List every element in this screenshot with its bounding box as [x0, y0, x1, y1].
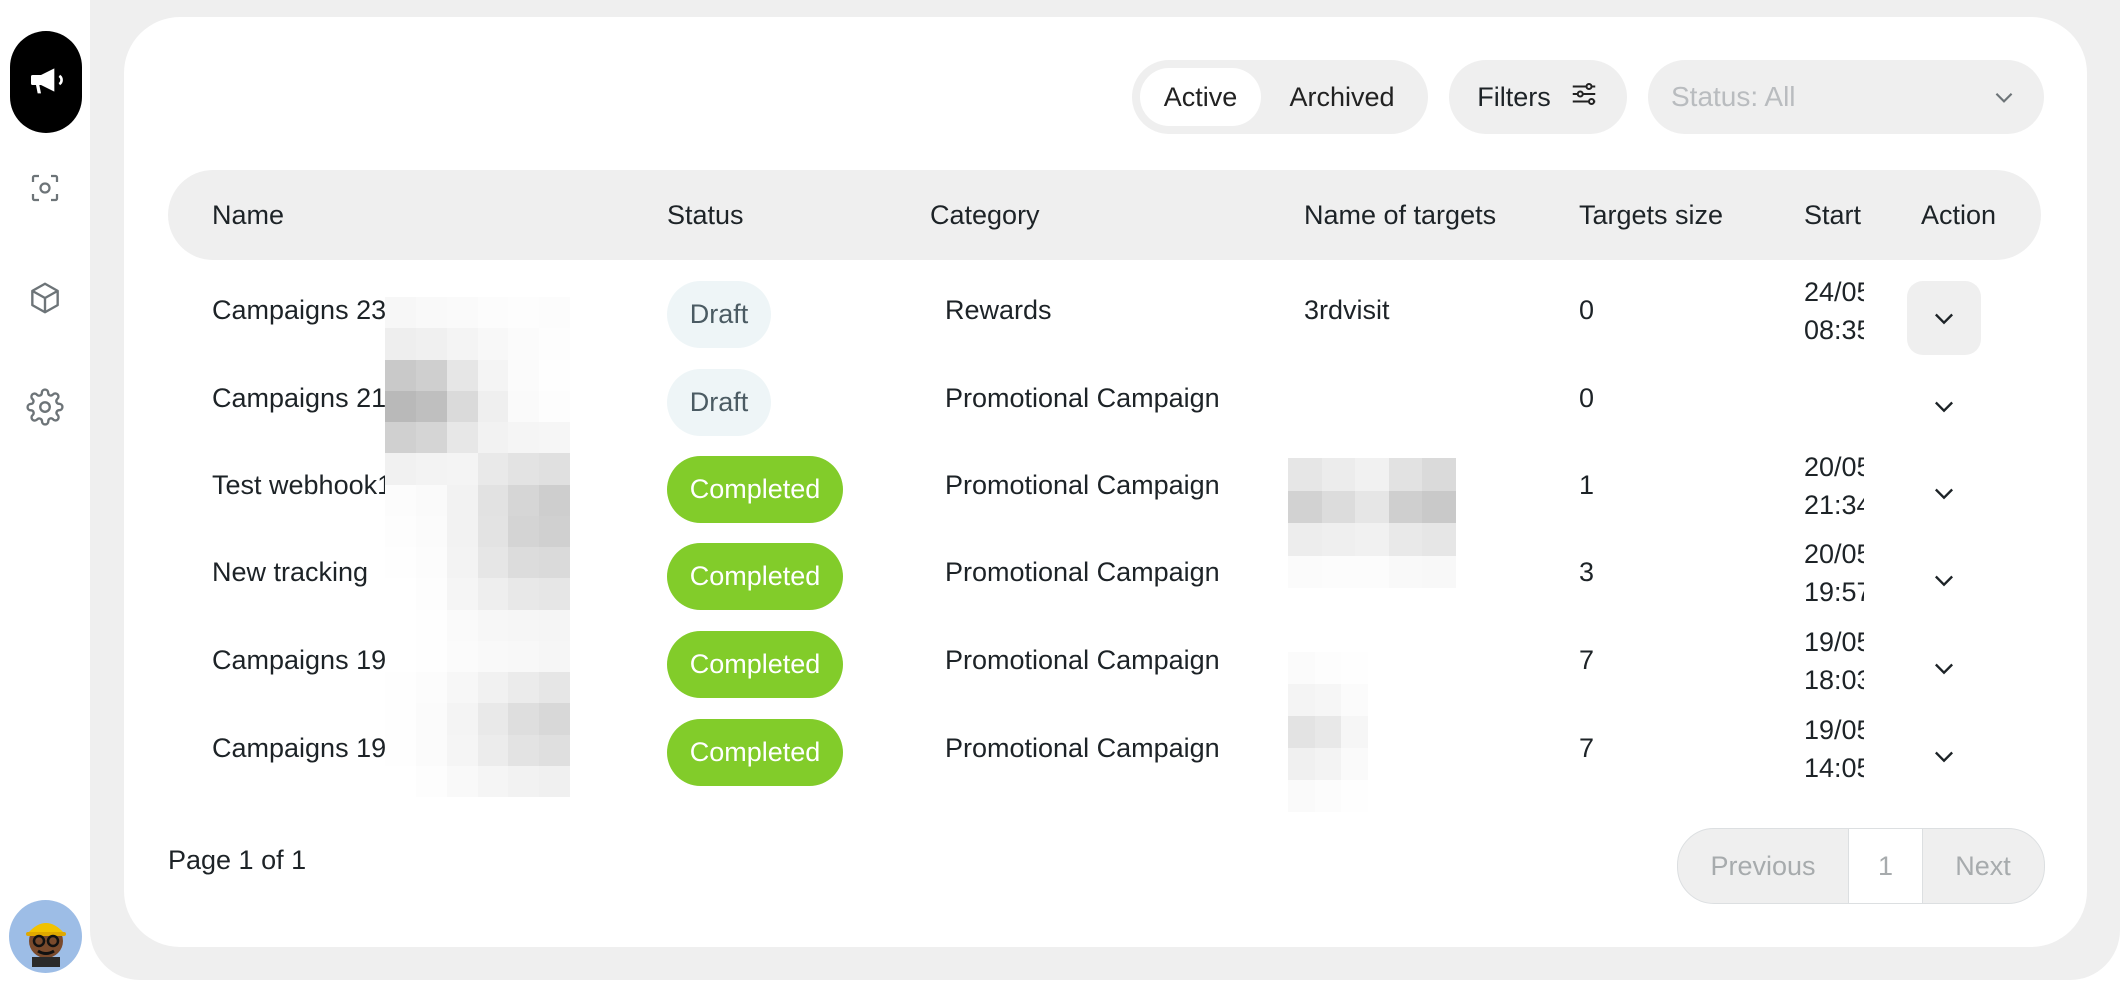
redacted-targets-mosaic	[1288, 652, 1368, 812]
col-status[interactable]: Status	[667, 170, 744, 260]
row-category: Promotional Campaign	[945, 645, 1220, 675]
row-category: Promotional Campaign	[945, 733, 1220, 763]
row-name: Test webhook1	[212, 470, 389, 500]
scan-focus-icon	[27, 170, 63, 211]
table-header: Name Status Category Name of targets Tar…	[168, 170, 2041, 260]
chevron-down-icon	[1935, 488, 1953, 500]
redacted-name-mosaic	[385, 297, 570, 797]
row-start: 19/05 14:05	[1804, 711, 1864, 787]
row-action-button[interactable]	[1907, 543, 1981, 617]
settings-nav-button[interactable]	[26, 387, 64, 431]
row-name: Campaigns 21/(	[212, 383, 389, 413]
row-targets-size: 1	[1579, 470, 1595, 500]
row-targets-size: 7	[1579, 645, 1595, 675]
row-targets-size: 0	[1579, 383, 1595, 413]
status-badge: Completed	[667, 456, 843, 523]
pagination: Previous 1 Next	[1677, 828, 2045, 904]
row-category: Promotional Campaign	[945, 383, 1220, 413]
gear-icon	[26, 387, 64, 431]
col-name-of-targets[interactable]: Name of targets	[1304, 170, 1496, 260]
row-targets-size: 3	[1579, 557, 1595, 587]
page-info: Page 1 of 1	[168, 845, 307, 875]
tab-archived[interactable]: Archived	[1264, 68, 1420, 126]
previous-page-button[interactable]: Previous	[1678, 829, 1848, 903]
status-select-value: Status: All	[1671, 81, 1796, 112]
row-start: 20/05 21:34	[1804, 448, 1864, 524]
tab-active[interactable]: Active	[1140, 68, 1261, 126]
row-action-button[interactable]	[1907, 456, 1981, 530]
active-archived-toggle: Active Archived	[1132, 60, 1428, 134]
row-start-time: 21:34	[1804, 490, 1864, 520]
row-targets-size: 7	[1579, 733, 1595, 763]
status-select[interactable]: Status: All	[1648, 60, 2044, 134]
cube-nav-button[interactable]	[26, 281, 64, 319]
row-start	[1804, 361, 1864, 437]
chevron-down-icon	[1990, 84, 2018, 115]
row-start-time: 19:57	[1804, 577, 1864, 607]
status-badge: Completed	[667, 631, 843, 698]
status-badge: Completed	[667, 719, 843, 786]
row-category: Rewards	[945, 295, 1052, 325]
row-start: 19/05 18:03	[1804, 623, 1864, 699]
cube-icon	[26, 279, 64, 322]
row-action-button[interactable]	[1907, 281, 1981, 355]
chevron-down-icon	[1935, 663, 1953, 675]
sidebar	[0, 0, 90, 996]
col-targets-size[interactable]: Targets size	[1579, 170, 1723, 260]
campaigns-nav-button[interactable]	[10, 31, 82, 133]
row-start: 24/05 08:35	[1804, 273, 1864, 349]
row-start-date: 24/05	[1804, 277, 1864, 307]
row-start-time: 18:03	[1804, 665, 1864, 695]
row-name: Campaigns 19/(	[212, 645, 389, 675]
row-start-date: 19/05	[1804, 627, 1864, 657]
row-start: 20/05 19:57	[1804, 535, 1864, 611]
row-action-button[interactable]	[1907, 719, 1981, 793]
col-category[interactable]: Category	[930, 170, 1040, 260]
status-badge: Completed	[667, 543, 843, 610]
row-action-button[interactable]	[1907, 631, 1981, 705]
filters-label: Filters	[1477, 81, 1551, 112]
row-action-button[interactable]	[1907, 369, 1981, 443]
chevron-down-icon	[1935, 575, 1953, 587]
next-page-button[interactable]: Next	[1922, 829, 2044, 903]
row-targets: 3rdvisit	[1304, 295, 1390, 325]
row-category: Promotional Campaign	[945, 470, 1220, 500]
row-category: Promotional Campaign	[945, 557, 1220, 587]
row-start-time: 14:05	[1804, 753, 1864, 783]
row-start-time: 08:35	[1804, 315, 1864, 345]
col-start[interactable]: Start	[1804, 170, 1861, 260]
col-action: Action	[1921, 200, 1997, 230]
redacted-targets-mosaic	[1288, 458, 1456, 588]
user-avatar[interactable]	[9, 900, 82, 973]
row-name: Campaigns 23/	[212, 295, 389, 325]
row-start-date: 20/05	[1804, 539, 1864, 569]
chevron-down-icon	[1935, 751, 1953, 763]
filters-button[interactable]: Filters	[1449, 60, 1627, 134]
row-name: Campaigns 19/(	[212, 733, 389, 763]
sliders-icon	[1569, 79, 1599, 116]
row-start-date: 20/05	[1804, 452, 1864, 482]
status-badge: Draft	[667, 281, 771, 348]
status-badge: Draft	[667, 369, 771, 436]
row-targets-size: 0	[1579, 295, 1595, 325]
col-name[interactable]: Name	[212, 170, 284, 260]
scan-focus-nav-button[interactable]	[26, 171, 64, 209]
chevron-down-icon	[1935, 313, 1953, 325]
chevron-down-icon	[1935, 401, 1953, 413]
megaphone-icon	[26, 60, 66, 105]
page-number-button[interactable]: 1	[1848, 829, 1923, 903]
avatar-image	[25, 922, 66, 967]
row-start-date: 19/05	[1804, 715, 1864, 745]
row-name: New tracking	[212, 557, 369, 587]
